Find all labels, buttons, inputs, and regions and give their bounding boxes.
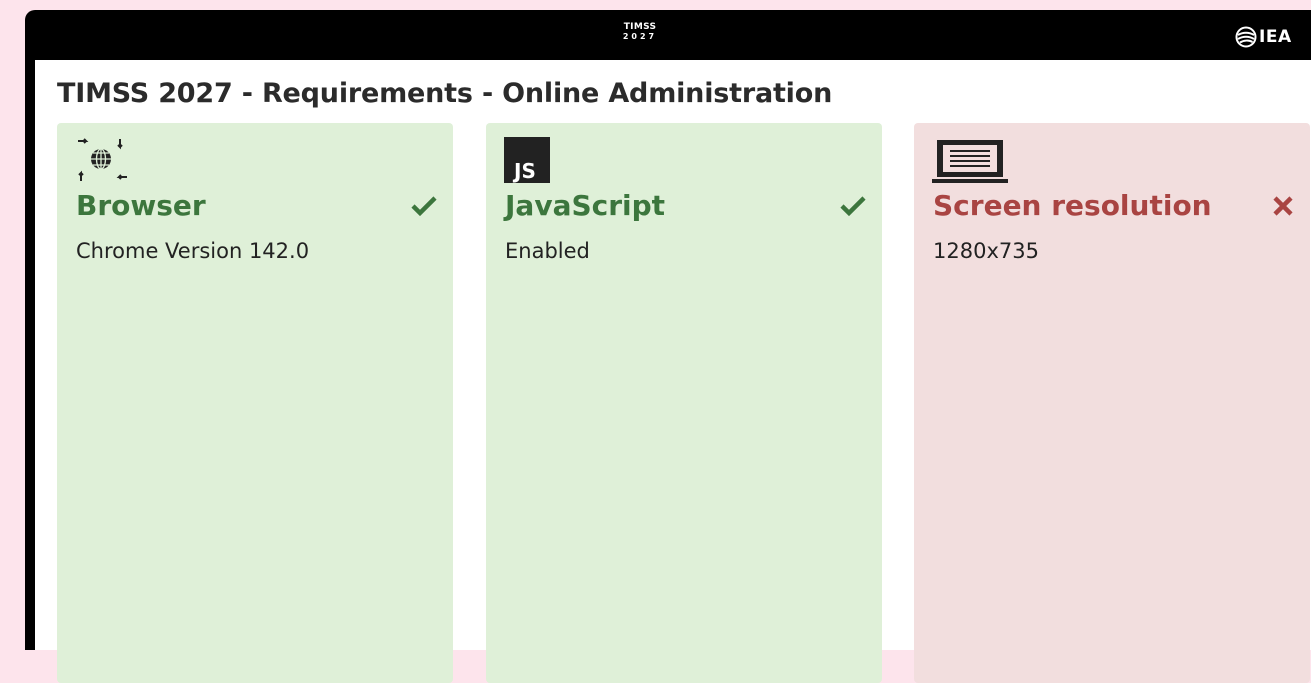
check-icon <box>411 195 437 221</box>
globe-arrows-icon <box>75 137 131 189</box>
requirement-value: Chrome Version 142.0 <box>76 239 310 263</box>
iea-globe-icon <box>1235 26 1257 48</box>
js-icon: JS <box>504 137 550 187</box>
requirement-value: 1280x735 <box>933 239 1039 263</box>
iea-logo: IEA <box>1235 26 1292 48</box>
timss-logo: TIMSS 2027 <box>615 23 665 41</box>
top-bar: TIMSS 2027 IEA <box>25 10 1311 60</box>
requirement-card-browser: Browser Chrome Version 142.0 <box>57 123 453 683</box>
requirement-card-screen-resolution: Screen resolution 1280x735 <box>914 123 1310 683</box>
page-title: TIMSS 2027 - Requirements - Online Admin… <box>57 78 833 109</box>
requirement-title: JavaScript <box>505 189 666 222</box>
requirement-value: Enabled <box>505 239 590 263</box>
laptop-icon <box>932 137 1012 189</box>
x-icon <box>1272 195 1294 221</box>
brand-line2: 2027 <box>622 32 658 41</box>
requirement-title: Screen resolution <box>933 189 1212 222</box>
requirement-card-javascript: JS JavaScript Enabled <box>486 123 882 683</box>
app-frame: TIMSS 2027 IEA TIMSS 2027 - Requirements… <box>25 10 1311 683</box>
iea-label: IEA <box>1259 27 1292 47</box>
svg-text:JS: JS <box>512 159 536 183</box>
requirement-title: Browser <box>76 189 206 222</box>
check-icon <box>840 195 866 221</box>
main-content: TIMSS 2027 - Requirements - Online Admin… <box>35 60 1311 683</box>
brand-line1: TIMSS <box>623 22 657 32</box>
